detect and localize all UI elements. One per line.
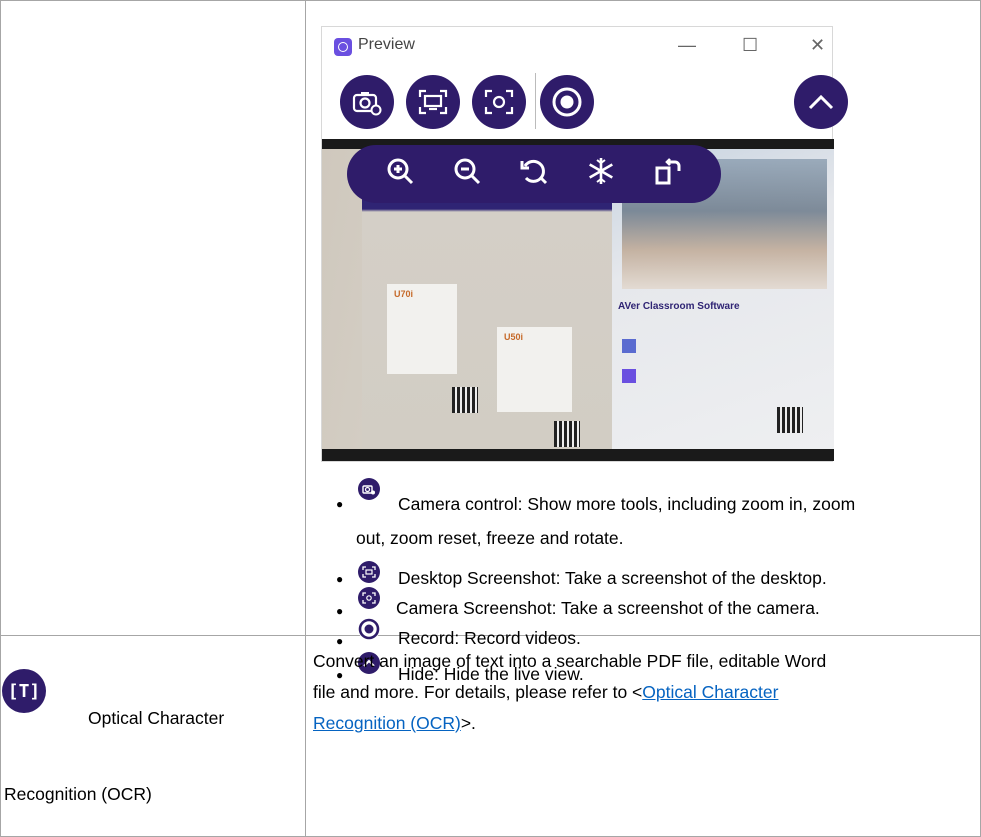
- desktop-screenshot-icon: [418, 89, 448, 115]
- camera-tools-bar: [347, 145, 721, 203]
- description-line: Recognition (OCR)>.: [313, 708, 476, 739]
- zoom-out-icon[interactable]: [452, 156, 482, 192]
- close-button[interactable]: ✕: [810, 35, 825, 56]
- record-icon: [358, 618, 380, 640]
- toolbar-separator: [535, 73, 536, 129]
- qr-code: [452, 387, 478, 413]
- app-icon: [622, 369, 636, 383]
- bullet-text: Camera Screenshot: Take a screenshot of …: [396, 598, 820, 618]
- description-text: file and more. For details, please refer…: [313, 682, 643, 702]
- window-titlebar: Preview — ☐ ✕: [322, 27, 832, 69]
- camera-settings-icon: [352, 92, 382, 116]
- app-icon: [622, 339, 636, 353]
- camera-screenshot-icon: [484, 89, 514, 115]
- preview-window: Preview — ☐ ✕ U70i U50i AVer Classroom S…: [321, 26, 848, 462]
- freeze-icon[interactable]: [586, 156, 616, 192]
- feature-name: Recognition (OCR): [4, 784, 152, 804]
- app-logo-icon: [334, 38, 352, 56]
- maximize-button[interactable]: ☐: [742, 35, 758, 56]
- bullet-dot: ●: [336, 572, 344, 586]
- photo-label: U70i: [394, 289, 414, 299]
- hide-button[interactable]: [794, 75, 848, 129]
- desktop-screenshot-icon: [358, 561, 380, 583]
- photo-heading: AVer Classroom Software: [618, 301, 740, 312]
- camera-control-icon: [358, 478, 380, 500]
- bullet-dot: ●: [336, 604, 344, 618]
- ocr-icon: [T]: [2, 669, 46, 713]
- record-icon: [552, 87, 582, 117]
- minimize-button[interactable]: —: [678, 35, 696, 56]
- description-text: >.: [460, 713, 476, 733]
- camera-live-view: U70i U50i AVer Classroom Software: [322, 139, 834, 461]
- record-button[interactable]: [540, 75, 594, 129]
- ocr-link[interactable]: Optical Character: [642, 682, 778, 702]
- rotate-icon[interactable]: [653, 156, 683, 192]
- bullet-text: Desktop Screenshot: Take a screenshot of…: [398, 568, 827, 588]
- bullet-text: out, zoom reset, freeze and rotate.: [356, 528, 624, 548]
- description-line: file and more. For details, please refer…: [313, 677, 778, 708]
- feature-name: Optical Character: [88, 708, 225, 728]
- hide-icon: [808, 94, 834, 110]
- window-title: Preview: [358, 36, 415, 53]
- desktop-screenshot-button[interactable]: [406, 75, 460, 129]
- table-border-top: [0, 0, 981, 1]
- camera-settings-button[interactable]: [340, 75, 394, 129]
- column-divider: [305, 0, 306, 837]
- bullet-dot: ●: [336, 497, 344, 511]
- bullet-text: Camera control: Show more tools, includi…: [398, 494, 856, 514]
- table-border-left: [0, 0, 1, 837]
- zoom-reset-icon[interactable]: [519, 156, 549, 192]
- photo-label: U50i: [504, 332, 524, 342]
- qr-code: [554, 421, 580, 447]
- description-line: Convert an image of text into a searchab…: [313, 651, 827, 671]
- camera-screenshot-button[interactable]: [472, 75, 526, 129]
- zoom-in-icon[interactable]: [385, 156, 415, 192]
- ocr-link[interactable]: Recognition (OCR): [313, 713, 461, 733]
- qr-code: [777, 407, 803, 433]
- camera-screenshot-icon: [358, 587, 380, 609]
